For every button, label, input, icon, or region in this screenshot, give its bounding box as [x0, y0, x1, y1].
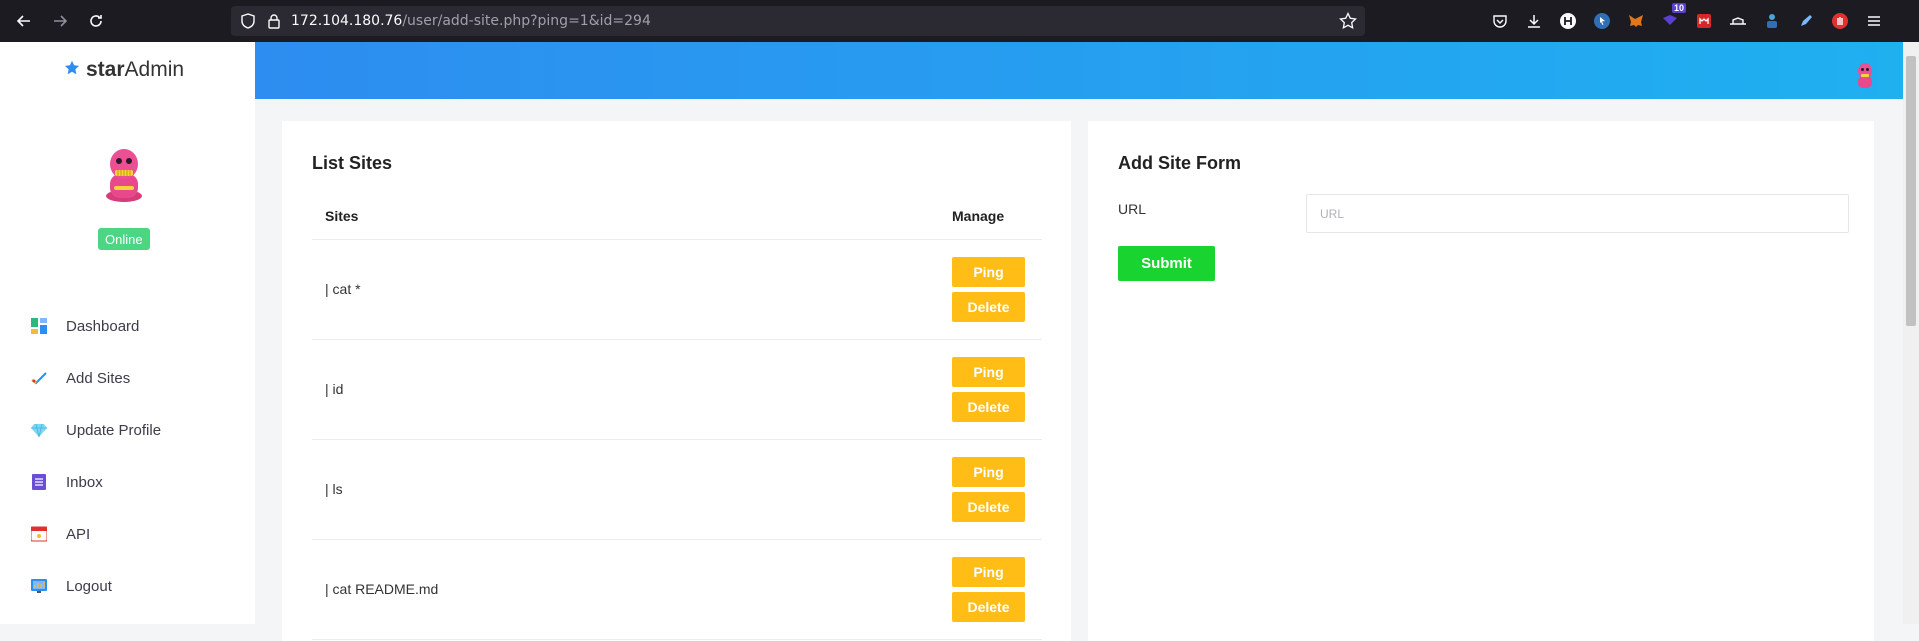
lock-icon[interactable] — [265, 12, 283, 30]
list-sites-title: List Sites — [312, 153, 393, 173]
person-extension-icon[interactable] — [1760, 9, 1784, 33]
add-site-form-title: Add Site Form — [1118, 153, 1242, 173]
ping-button[interactable]: Ping — [952, 256, 1025, 287]
column-header-manage: Manage — [952, 193, 1042, 240]
sidebar-item-add-sites[interactable]: Add Sites — [0, 352, 255, 404]
delete-button[interactable]: Delete — [952, 391, 1025, 422]
url-host: 172.104.180.76 — [291, 13, 403, 29]
shield-icon[interactable] — [239, 12, 257, 30]
sidebar-item-label: Dashboard — [66, 317, 140, 335]
header-avatar[interactable] — [1855, 62, 1875, 90]
url-text: 172.104.180.76/user/add-site.php?ping=1&… — [291, 13, 651, 29]
site-cell: | id — [312, 339, 952, 440]
sidebar-item-label: Logout — [66, 577, 112, 595]
forward-icon[interactable] — [48, 9, 72, 33]
ping-button[interactable]: Ping — [952, 356, 1025, 387]
sidebar-item-logout[interactable]: Logout — [0, 560, 255, 612]
sidebar-item-update-profile[interactable]: Update Profile — [0, 404, 255, 456]
extension-badge: 10 — [1671, 3, 1686, 13]
ping-button[interactable]: Ping — [952, 556, 1025, 587]
delete-button[interactable]: Delete — [952, 291, 1025, 322]
diamond-icon — [30, 421, 48, 439]
reload-icon[interactable] — [84, 9, 108, 33]
hand-extension-icon[interactable] — [1828, 9, 1852, 33]
site-cell: | cat * — [312, 239, 952, 340]
metamask-fox-icon[interactable] — [1624, 9, 1648, 33]
sidebar: starAdmin Online Dashboard Add Sites Upd… — [0, 42, 255, 624]
table-row: | cat * Ping Delete — [312, 239, 1042, 340]
sidebar-item-label: Add Sites — [66, 369, 131, 387]
actions-cell: Ping Delete — [952, 339, 1042, 440]
app-root: starAdmin Online Dashboard Add Sites Upd… — [0, 42, 1903, 641]
sidebar-item-label: Update Profile — [66, 421, 162, 439]
page-scrollbar[interactable] — [1903, 42, 1919, 624]
browser-toolbar: 172.104.180.76/user/add-site.php?ping=1&… — [0, 0, 1919, 42]
pocket-icon[interactable] — [1488, 9, 1512, 33]
table-row: | id Ping Delete — [312, 339, 1042, 440]
add-sites-icon — [30, 369, 48, 387]
sidebar-item-api[interactable]: API — [0, 508, 255, 560]
sidebar-nav: Dashboard Add Sites Update Profile Inbox — [0, 300, 255, 612]
status-badge: Online — [98, 228, 150, 250]
main-content: List Sites Sites Manage | cat * Ping Del… — [255, 99, 1903, 641]
table-row: | ls Ping Delete — [312, 439, 1042, 540]
site-cell: | ls — [312, 439, 952, 540]
back-icon[interactable] — [12, 9, 36, 33]
logout-icon — [30, 577, 48, 595]
address-bar[interactable]: 172.104.180.76/user/add-site.php?ping=1&… — [231, 6, 1365, 36]
add-site-form-card: Add Site Form URL Submit — [1088, 121, 1874, 641]
submit-button[interactable]: Submit — [1118, 246, 1215, 281]
url-label: URL — [1118, 201, 1147, 217]
scrollbar-thumb[interactable] — [1906, 56, 1916, 326]
sidebar-item-label: Inbox — [66, 473, 103, 491]
actions-cell: Ping Delete — [952, 239, 1042, 340]
bookmark-star-icon[interactable] — [1339, 12, 1357, 30]
hat-extension-icon[interactable] — [1726, 9, 1750, 33]
ping-button[interactable]: Ping — [952, 456, 1025, 487]
sidebar-item-inbox[interactable]: Inbox — [0, 456, 255, 508]
url-path: /user/add-site.php?ping=1&id=294 — [402, 13, 651, 29]
inbox-icon — [30, 473, 48, 491]
column-header-sites: Sites — [312, 193, 952, 240]
url-input[interactable] — [1306, 194, 1849, 233]
download-icon[interactable] — [1522, 9, 1546, 33]
notification-extension-icon[interactable]: 10 — [1658, 3, 1686, 33]
star-logo-icon — [64, 58, 80, 82]
menu-icon[interactable] — [1862, 9, 1886, 33]
list-sites-card: List Sites Sites Manage | cat * Ping Del… — [282, 121, 1071, 641]
table-row: | cat README.md Ping Delete — [312, 539, 1042, 640]
red-extension-icon[interactable] — [1692, 9, 1716, 33]
delete-button[interactable]: Delete — [952, 491, 1025, 522]
extensions-toolbar: 10 — [1488, 3, 1886, 33]
sidebar-item-dashboard[interactable]: Dashboard — [0, 300, 255, 352]
profile-avatar[interactable] — [100, 146, 148, 204]
brand-prefix: star — [86, 58, 125, 81]
sites-table: Sites Manage | cat * Ping Delete | id Pi… — [312, 193, 1042, 640]
brand-suffix: Admin — [124, 58, 185, 81]
brand-logo[interactable]: starAdmin — [64, 58, 184, 82]
top-header — [255, 42, 1903, 99]
actions-cell: Ping Delete — [952, 539, 1042, 640]
delete-button[interactable]: Delete — [952, 591, 1025, 622]
actions-cell: Ping Delete — [952, 439, 1042, 540]
dashboard-icon — [30, 317, 48, 335]
h-extension-icon[interactable] — [1556, 9, 1580, 33]
cursor-extension-icon[interactable] — [1590, 9, 1614, 33]
pen-extension-icon[interactable] — [1794, 9, 1818, 33]
sidebar-item-label: API — [66, 525, 91, 543]
api-icon — [30, 525, 48, 543]
table-header-row: Sites Manage — [312, 193, 1042, 240]
site-cell: | cat README.md — [312, 539, 952, 640]
